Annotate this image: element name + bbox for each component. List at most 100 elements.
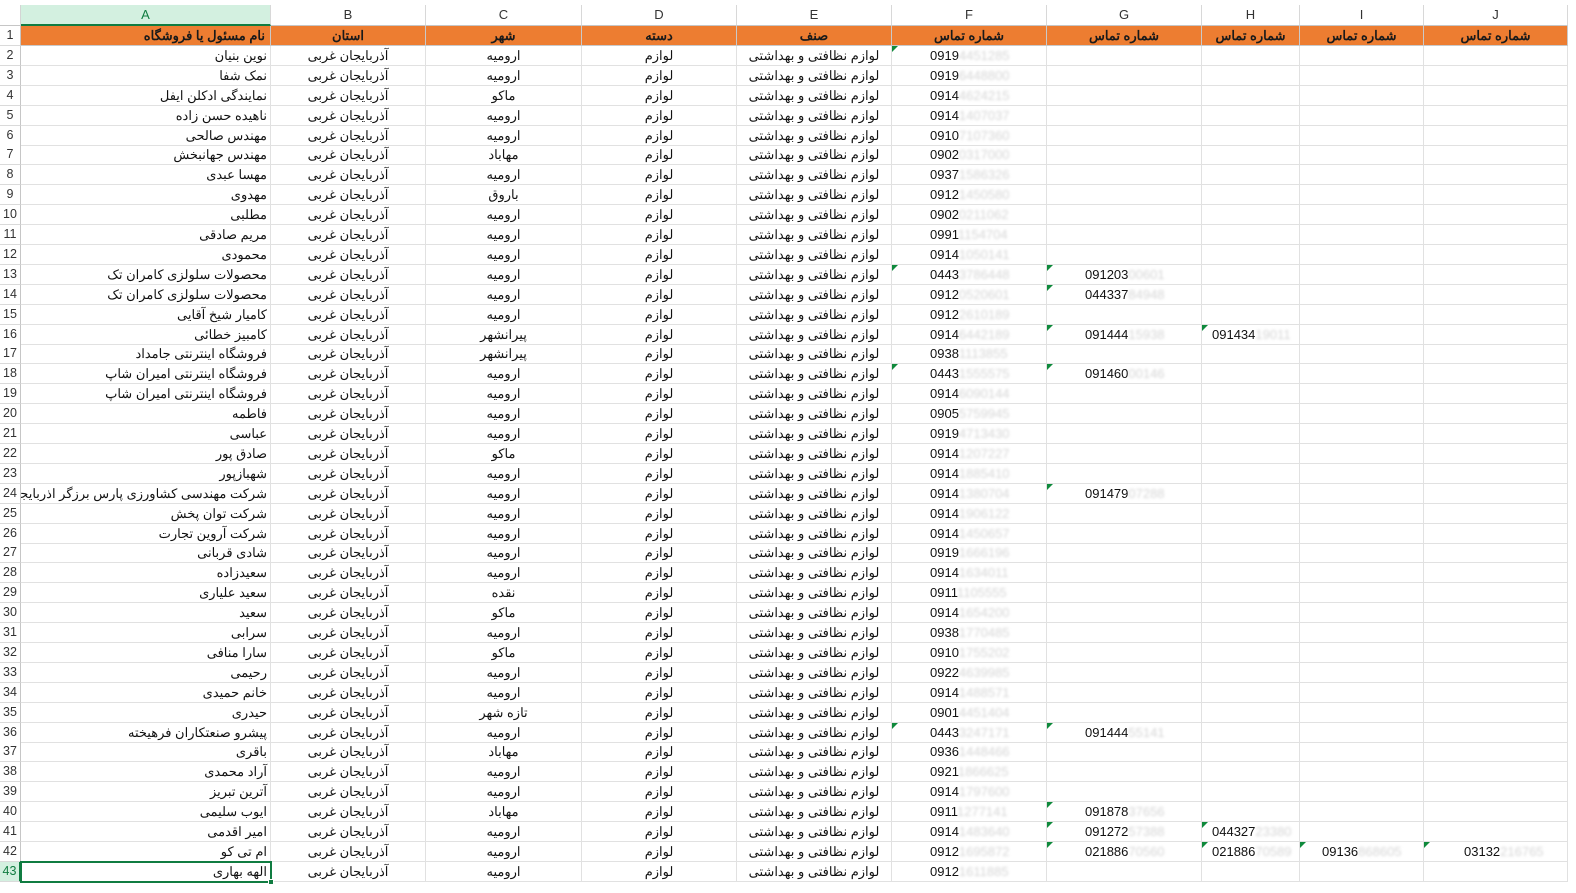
cell-name[interactable]: مهسا عبدی: [21, 165, 271, 186]
cell-category[interactable]: لوازم: [582, 861, 737, 882]
cell-phone-2[interactable]: [1047, 344, 1202, 365]
cell-phone-3[interactable]: [1202, 702, 1300, 723]
cell-category[interactable]: لوازم: [582, 722, 737, 743]
cell-name[interactable]: آترین تبریز: [21, 782, 271, 803]
cell-name[interactable]: سعید: [21, 603, 271, 624]
cell-guild[interactable]: لوازم نظافتی و بهداشتی: [737, 483, 892, 504]
cell-phone-4[interactable]: [1300, 324, 1424, 345]
row-number[interactable]: 14: [0, 284, 21, 305]
cell-category[interactable]: لوازم: [582, 702, 737, 723]
cell-province[interactable]: آذربایجان غربی: [271, 662, 426, 683]
cell-category[interactable]: لوازم: [582, 443, 737, 464]
cell-name[interactable]: عباسی: [21, 424, 271, 444]
row-number[interactable]: 6: [0, 125, 21, 146]
cell-phone-2[interactable]: [1047, 65, 1202, 86]
cell-phone-5[interactable]: [1424, 165, 1568, 186]
row-number[interactable]: 29: [0, 583, 21, 604]
cell-phone-4[interactable]: [1300, 244, 1424, 265]
header-cell-category[interactable]: دسته: [582, 26, 737, 46]
cell-phone-5[interactable]: [1424, 523, 1568, 544]
cell-phone-3[interactable]: [1202, 642, 1300, 663]
cell-phone-1[interactable]: 09020211062: [892, 205, 1047, 226]
cell-city[interactable]: ماکو: [426, 85, 582, 106]
cell-phone-1[interactable]: 09122610189: [892, 304, 1047, 325]
cell-phone-3[interactable]: 02188670589: [1202, 841, 1300, 862]
cell-phone-5[interactable]: [1424, 861, 1568, 882]
cell-phone-3[interactable]: [1202, 463, 1300, 484]
header-cell-phone-4[interactable]: شماره تماس: [1300, 26, 1424, 46]
row-number[interactable]: 26: [0, 523, 21, 544]
row-number[interactable]: 27: [0, 543, 21, 564]
cell-guild[interactable]: لوازم نظافتی و بهداشتی: [737, 702, 892, 723]
column-header-j[interactable]: J: [1424, 5, 1568, 26]
cell-phone-4[interactable]: [1300, 642, 1424, 663]
cell-phone-2[interactable]: [1047, 45, 1202, 66]
cell-phone-5[interactable]: [1424, 682, 1568, 703]
row-number[interactable]: 7: [0, 145, 21, 166]
cell-province[interactable]: آذربایجان غربی: [271, 822, 426, 842]
column-header-h[interactable]: H: [1202, 5, 1300, 26]
row-number[interactable]: 2: [0, 45, 21, 66]
cell-phone-3[interactable]: [1202, 105, 1300, 126]
row-number[interactable]: 33: [0, 662, 21, 683]
cell-guild[interactable]: لوازم نظافتی و بهداشتی: [737, 125, 892, 146]
cell-phone-4[interactable]: [1300, 603, 1424, 624]
cell-province[interactable]: آذربایجان غربی: [271, 463, 426, 484]
cell-city[interactable]: ارومیه: [426, 841, 582, 862]
cell-phone-2[interactable]: [1047, 205, 1202, 226]
cell-phone-4[interactable]: [1300, 424, 1424, 444]
cell-name[interactable]: مریم صادقی: [21, 225, 271, 245]
cell-phone-2[interactable]: [1047, 563, 1202, 584]
cell-phone-4[interactable]: [1300, 205, 1424, 226]
cell-province[interactable]: آذربایجان غربی: [271, 722, 426, 743]
cell-phone-3[interactable]: [1202, 662, 1300, 683]
cell-province[interactable]: آذربایجان غربی: [271, 603, 426, 624]
cell-phone-1[interactable]: 09141207227: [892, 443, 1047, 464]
cell-phone-4[interactable]: [1300, 165, 1424, 186]
row-number[interactable]: 39: [0, 782, 21, 803]
cell-guild[interactable]: لوازم نظافتی و بهداشتی: [737, 85, 892, 106]
cell-province[interactable]: آذربایجان غربی: [271, 404, 426, 425]
row-number[interactable]: 10: [0, 205, 21, 226]
cell-city[interactable]: ارومیه: [426, 384, 582, 405]
cell-city[interactable]: ارومیه: [426, 364, 582, 385]
cell-phone-1[interactable]: 09111105555: [892, 583, 1047, 604]
cell-phone-3[interactable]: 09143419011: [1202, 324, 1300, 345]
cell-category[interactable]: لوازم: [582, 145, 737, 166]
cell-category[interactable]: لوازم: [582, 543, 737, 564]
cell-phone-3[interactable]: 04432723380: [1202, 822, 1300, 842]
cell-phone-4[interactable]: [1300, 304, 1424, 325]
cell-phone-2[interactable]: [1047, 623, 1202, 643]
cell-guild[interactable]: لوازم نظافتی و بهداشتی: [737, 424, 892, 444]
cell-phone-1[interactable]: 09224639985: [892, 662, 1047, 683]
cell-city[interactable]: ارومیه: [426, 264, 582, 285]
cell-city[interactable]: مهاباد: [426, 742, 582, 763]
row-number[interactable]: 11: [0, 225, 21, 245]
cell-category[interactable]: لوازم: [582, 742, 737, 763]
cell-name[interactable]: نمک شفا: [21, 65, 271, 86]
cell-city[interactable]: ارومیه: [426, 45, 582, 66]
cell-phone-1[interactable]: 04433247171: [892, 722, 1047, 743]
cell-phone-4[interactable]: [1300, 722, 1424, 743]
cell-phone-5[interactable]: [1424, 662, 1568, 683]
cell-phone-1[interactable]: 09911154704: [892, 225, 1047, 245]
cell-phone-3[interactable]: [1202, 404, 1300, 425]
header-cell-phone-5[interactable]: شماره تماس: [1424, 26, 1568, 46]
cell-phone-5[interactable]: [1424, 563, 1568, 584]
cell-city[interactable]: ماکو: [426, 642, 582, 663]
cell-phone-2[interactable]: [1047, 165, 1202, 186]
cell-phone-4[interactable]: [1300, 264, 1424, 285]
cell-province[interactable]: آذربایجان غربی: [271, 125, 426, 146]
cell-category[interactable]: لوازم: [582, 642, 737, 663]
cell-province[interactable]: آذربایجان غربی: [271, 543, 426, 564]
cell-province[interactable]: آذربایجان غربی: [271, 185, 426, 206]
cell-phone-1[interactable]: 09146090144: [892, 384, 1047, 405]
cell-phone-3[interactable]: [1202, 264, 1300, 285]
column-header-g[interactable]: G: [1047, 5, 1202, 26]
cell-phone-5[interactable]: [1424, 583, 1568, 604]
cell-phone-1[interactable]: 09141885410: [892, 463, 1047, 484]
cell-phone-4[interactable]: [1300, 125, 1424, 146]
cell-category[interactable]: لوازم: [582, 583, 737, 604]
cell-city[interactable]: ارومیه: [426, 483, 582, 504]
row-number[interactable]: 4: [0, 85, 21, 106]
